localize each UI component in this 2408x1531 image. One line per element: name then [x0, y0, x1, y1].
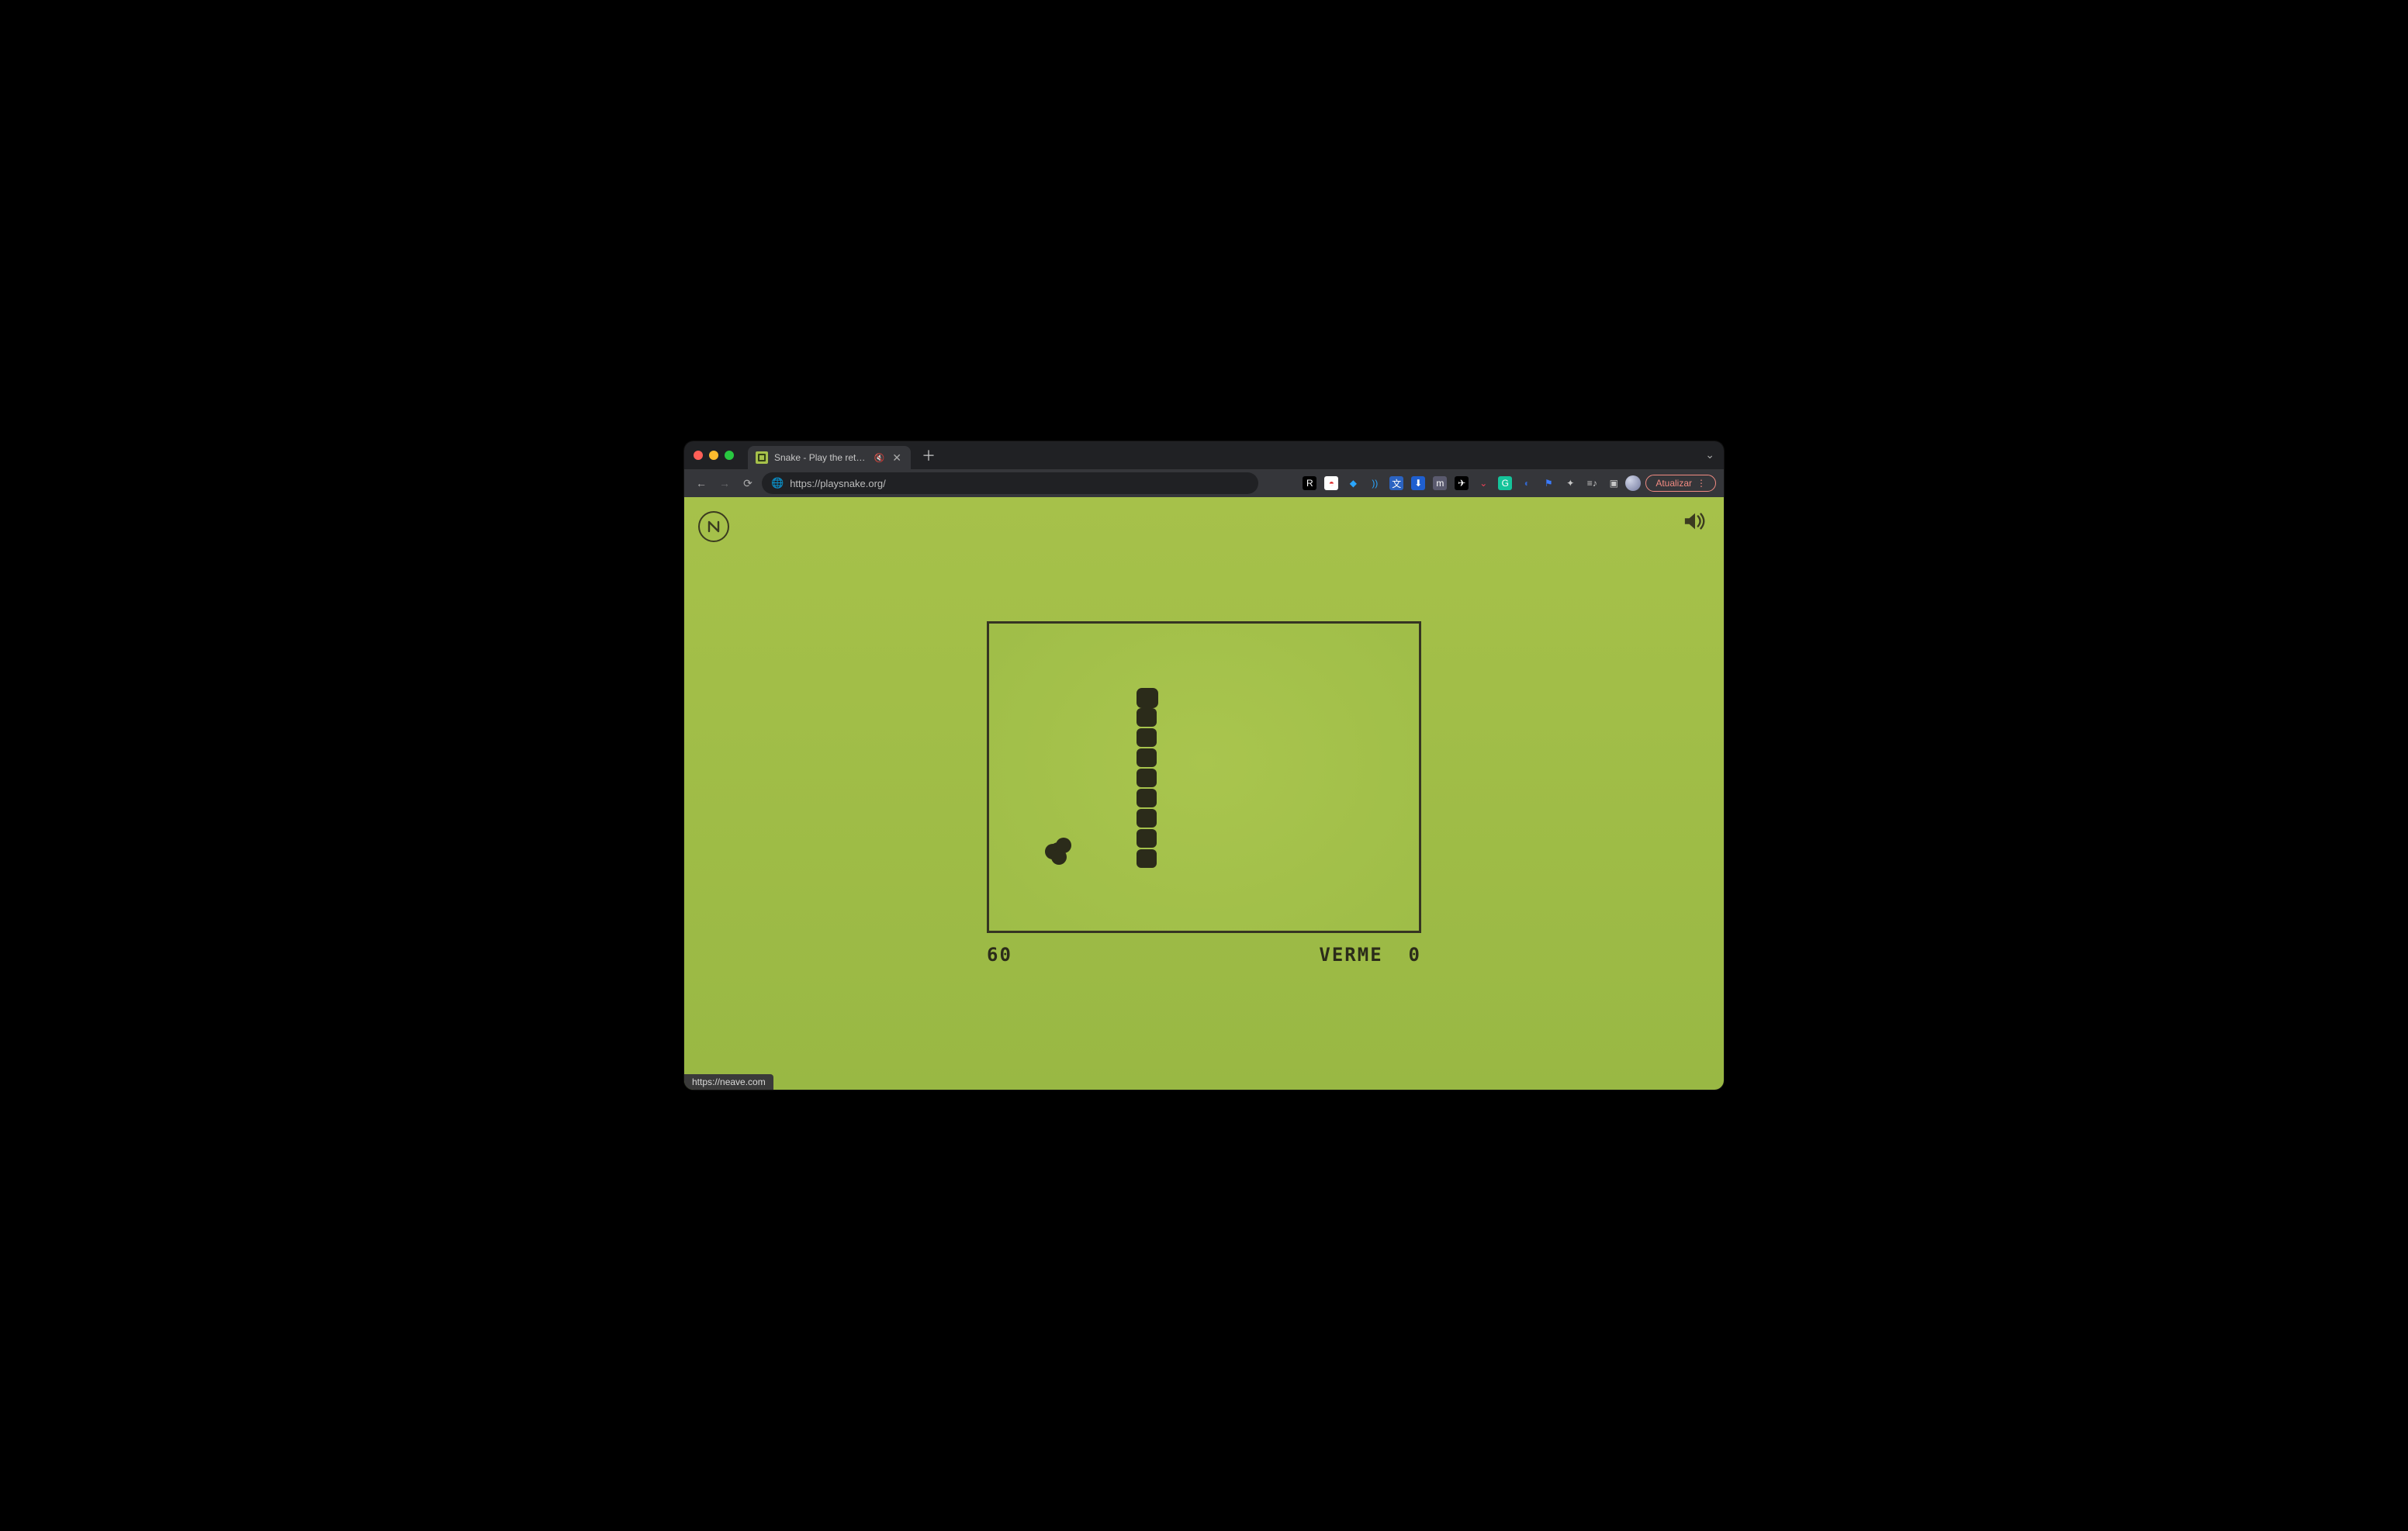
update-button[interactable]: Atualizar ⋮ — [1645, 475, 1716, 492]
extension-playlist-icon[interactable]: ≡♪ — [1585, 476, 1599, 490]
level-display: VERME 0 — [1319, 944, 1421, 966]
sound-toggle-button[interactable] — [1683, 511, 1707, 531]
hud: 60 VERME 0 — [987, 944, 1421, 966]
tabs-overflow-button[interactable]: ⌄ — [1705, 448, 1714, 461]
extension-flag-icon[interactable]: ⚑ — [1541, 476, 1555, 490]
extension-pocket-icon[interactable]: ⌄ — [1476, 476, 1490, 490]
back-button[interactable]: ← — [692, 477, 711, 489]
forward-button: → — [715, 477, 734, 489]
page-content: 60 VERME 0 https://neave.com — [684, 497, 1724, 1090]
extension-R-icon[interactable]: R — [1303, 476, 1316, 490]
window-controls — [694, 451, 734, 460]
food-item — [1050, 842, 1066, 858]
kebab-menu-icon[interactable]: ⋮ — [1697, 478, 1706, 489]
address-bar[interactable]: 🌐 https://playsnake.org/ — [762, 472, 1258, 494]
snake-segment — [1137, 809, 1157, 828]
tab-audio-icon[interactable]: 🔇 — [874, 453, 885, 463]
update-label: Atualizar — [1656, 478, 1692, 489]
new-tab-button[interactable]: ＋ — [922, 445, 936, 465]
extension-m-icon[interactable]: m — [1433, 476, 1447, 490]
extension-cast-icon[interactable]: )) — [1368, 476, 1382, 490]
level-value: 0 — [1409, 944, 1421, 966]
titlebar-right: ⌄ — [1705, 448, 1714, 462]
tab-close-button[interactable]: ✕ — [891, 451, 903, 465]
extension-c-icon[interactable]: ◐ — [1520, 476, 1534, 490]
snake-segment — [1137, 748, 1157, 767]
snake-segment — [1137, 688, 1158, 708]
snake-segment — [1137, 708, 1157, 727]
status-bar-link: https://neave.com — [684, 1074, 773, 1090]
close-window-button[interactable] — [694, 451, 703, 460]
neave-logo-icon — [707, 520, 721, 534]
neave-logo-button[interactable] — [698, 511, 729, 542]
minimize-window-button[interactable] — [709, 451, 718, 460]
snake-segment — [1137, 829, 1157, 848]
level-label: VERME — [1319, 944, 1382, 966]
profile-avatar[interactable] — [1625, 475, 1641, 491]
extension-dl-icon[interactable]: ⬇ — [1411, 476, 1425, 490]
game-board[interactable] — [987, 621, 1421, 933]
toolbar: ← → ⟳ 🌐 https://playsnake.org/ R ◓ ◆)) 文 ⬇ m ✈… — [684, 469, 1724, 497]
reload-button[interactable]: ⟳ — [739, 477, 757, 490]
snake-segment — [1137, 789, 1157, 807]
snake-segment — [1137, 728, 1157, 747]
sound-on-icon — [1683, 511, 1707, 531]
extension-poke-icon[interactable]: ◓ — [1324, 476, 1338, 490]
tab-favicon — [756, 451, 768, 464]
extension-gtranslate-icon[interactable]: 文 — [1389, 476, 1403, 490]
extension-diamond-icon[interactable]: ◆ — [1346, 476, 1360, 490]
extension-puzzle-icon[interactable]: ✦ — [1563, 476, 1577, 490]
browser-tab[interactable]: Snake - Play the retro Snak 🔇 ✕ — [748, 446, 911, 469]
extensions-row: R ◓ ◆)) 文 ⬇ m ✈ ⌄ G ◐ ⚑ ✦ ≡♪ ▣ — [1303, 476, 1621, 490]
score-value: 60 — [987, 944, 1012, 966]
browser-window: Snake - Play the retro Snak 🔇 ✕ ＋ ⌄ ← → … — [684, 441, 1724, 1090]
titlebar: Snake - Play the retro Snak 🔇 ✕ ＋ ⌄ — [684, 441, 1724, 469]
tab-title: Snake - Play the retro Snak — [774, 452, 868, 463]
extension-panel-icon[interactable]: ▣ — [1607, 476, 1621, 490]
snake-segment — [1137, 849, 1157, 868]
site-info-icon[interactable]: 🌐 — [771, 477, 784, 489]
extension-send-icon[interactable]: ✈ — [1455, 476, 1469, 490]
maximize-window-button[interactable] — [725, 451, 734, 460]
url-text: https://playsnake.org/ — [790, 478, 886, 489]
snake-segment — [1137, 769, 1157, 787]
extension-grammarly-icon[interactable]: G — [1498, 476, 1512, 490]
game-area[interactable]: 60 VERME 0 — [987, 621, 1421, 966]
